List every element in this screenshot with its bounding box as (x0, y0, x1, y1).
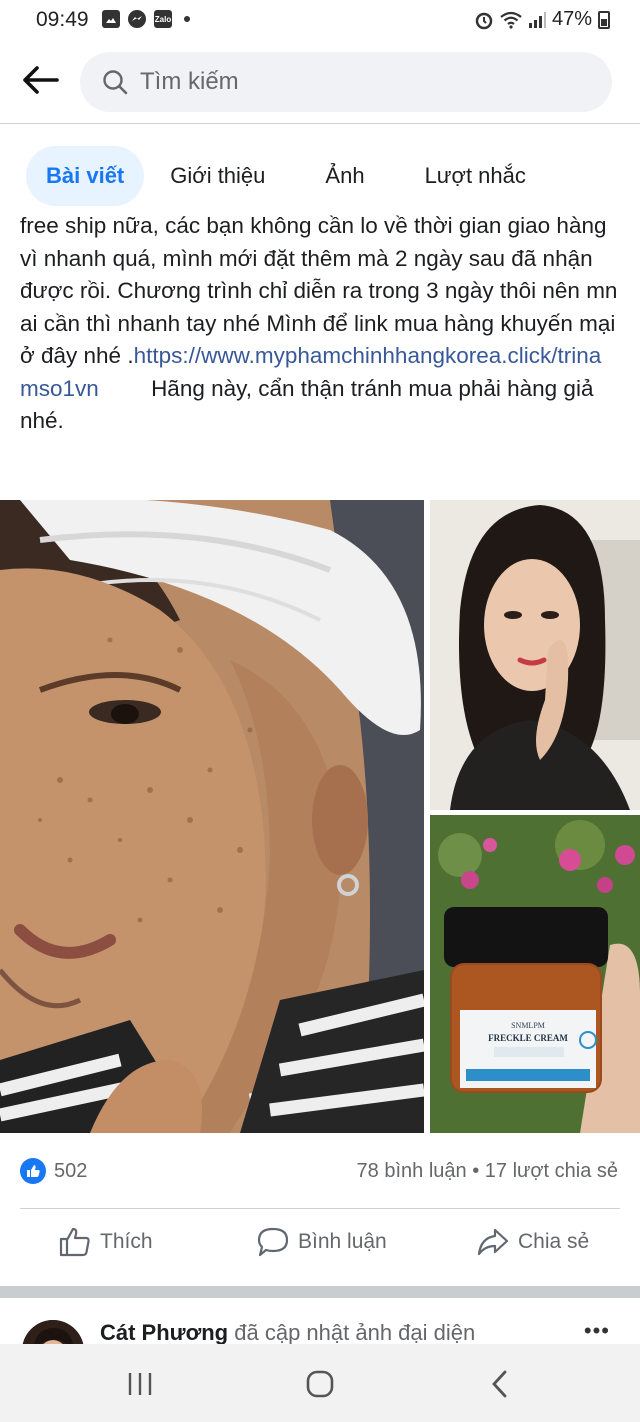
back-button[interactable] (18, 58, 62, 102)
profile-tabs: Bài viết Giới thiệu Ảnh Lượt nhắc (26, 146, 552, 206)
system-nav-bar (0, 1344, 640, 1422)
comment-icon (257, 1227, 289, 1257)
wifi-icon (500, 11, 522, 29)
search-input[interactable]: Tìm kiếm (80, 52, 612, 112)
signal-icon (528, 11, 546, 28)
product-name-label: FRECKLE CREAM (488, 1033, 568, 1043)
like-button[interactable]: Thích (58, 1226, 153, 1258)
tab-posts[interactable]: Bài viết (26, 146, 145, 206)
woman-portrait-photo[interactable] (430, 500, 640, 810)
face-closeup-photo[interactable] (0, 500, 424, 1133)
status-bar: 09:49 Zalo 47% (0, 0, 640, 40)
divider (20, 1208, 620, 1209)
share-icon (477, 1228, 509, 1256)
recent-apps-button[interactable] (120, 1366, 160, 1402)
comment-button[interactable]: Bình luận (256, 1226, 387, 1258)
recent-apps-icon (128, 1373, 152, 1395)
system-back-button[interactable] (480, 1366, 520, 1402)
search-header: Tìm kiếm (0, 44, 640, 124)
tab-mentions[interactable]: Lượt nhắc (405, 146, 546, 206)
post-separator (0, 1286, 640, 1298)
search-placeholder: Tìm kiếm (140, 68, 239, 95)
post-text: free ship nữa, các bạn không cần lo về t… (0, 214, 640, 484)
more-options-button[interactable]: ••• (584, 1318, 610, 1344)
status-time: 09:49 (36, 8, 89, 31)
post-action-text: đã cập nhật ảnh đại diện (234, 1320, 476, 1344)
chevron-left-icon (492, 1370, 507, 1398)
battery-percent: 47% (551, 8, 592, 30)
home-button[interactable] (300, 1366, 340, 1402)
like-reaction-icon (20, 1158, 46, 1184)
more-notifications-dot (184, 16, 190, 22)
gallery-icon (102, 10, 120, 28)
comments-shares-count[interactable]: 78 bình luận • 17 lượt chia sẻ (357, 1160, 618, 1183)
arrow-left-icon (23, 66, 59, 94)
system-status: 47% (474, 8, 610, 31)
next-post-title: Cát Phương đã cập nhật ảnh đại diện (100, 1320, 475, 1344)
post-actions: Thích Bình luận Chia sẻ (0, 1218, 640, 1276)
comment-label: Bình luận (298, 1230, 387, 1253)
product-brand-label: SNMLPM (511, 1021, 545, 1030)
alarm-icon (475, 12, 493, 29)
tab-photos[interactable]: Ảnh (305, 146, 384, 206)
tab-about[interactable]: Giới thiệu (150, 146, 285, 206)
home-icon (306, 1370, 334, 1398)
share-label: Chia sẻ (518, 1230, 590, 1253)
next-post-header: Cát Phương đã cập nhật ảnh đại diện ••• (0, 1300, 640, 1344)
search-icon (103, 70, 128, 95)
post-text-cut-line: free ship nữa, các bạn không cần lo về t… (20, 214, 502, 238)
battery-icon (598, 10, 610, 29)
messenger-icon (128, 10, 146, 28)
post-photos: SNMLPM FRECKLE CREAM (0, 500, 640, 1133)
author-name[interactable]: Cát Phương (100, 1320, 228, 1344)
like-label: Thích (100, 1230, 153, 1253)
like-count: 502 (54, 1160, 88, 1182)
notification-icons: Zalo (102, 10, 190, 28)
reactions-summary[interactable]: 502 78 bình luận • 17 lượt chia sẻ (0, 1152, 640, 1192)
post-text-warning: Hãng này, cẩn thận tránh mua phải hàng g… (20, 375, 594, 434)
avatar[interactable] (22, 1320, 84, 1344)
thumbs-up-icon (59, 1227, 90, 1257)
share-button[interactable]: Chia sẻ (476, 1226, 589, 1258)
zalo-icon: Zalo (154, 10, 172, 28)
product-cream-photo[interactable]: SNMLPM FRECKLE CREAM (430, 815, 640, 1133)
